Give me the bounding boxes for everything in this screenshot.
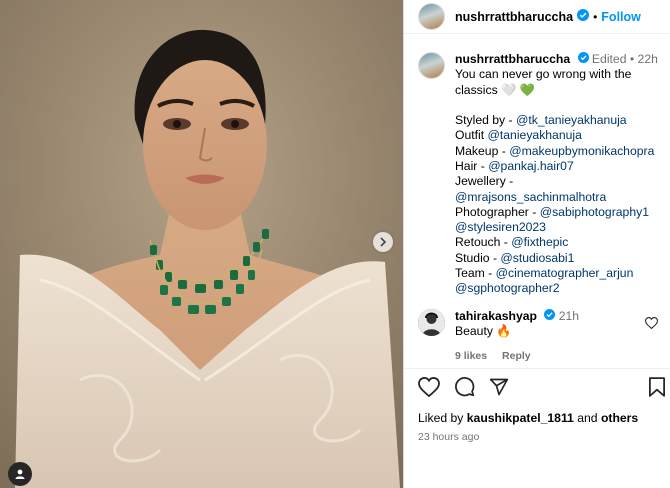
- commenter-avatar[interactable]: [418, 308, 445, 336]
- commenter-username[interactable]: tahirakashyap: [455, 309, 537, 323]
- credit-line: Makeup - @makeupbymonikachopra: [455, 143, 655, 158]
- credit-line: Hair - @pankaj.hair07: [455, 158, 574, 173]
- post-image[interactable]: [0, 0, 403, 488]
- mention-link[interactable]: @sgphotographer2: [455, 281, 560, 295]
- credit-line: Jewellery - @mrajsons_sachinmalhotra: [455, 174, 607, 204]
- mention-link[interactable]: @studiosabi1: [500, 251, 574, 265]
- credit-line: Styled by - @tk_tanieyakhanuja: [455, 113, 627, 128]
- mention-link[interactable]: @stylesiren2023: [455, 220, 546, 234]
- portrait-photo: [0, 0, 403, 488]
- liked-by-user-link[interactable]: kaushikpatel_1811: [467, 411, 574, 425]
- credit-line: Retouch - @fixthepic: [455, 235, 569, 250]
- comment-icon[interactable]: [454, 376, 475, 402]
- reply-button[interactable]: Reply: [502, 350, 531, 362]
- caption-line: classics 🤍 💚: [455, 82, 535, 97]
- caption-line: You can never go wrong with the: [455, 67, 632, 82]
- post-header: nushrrattbharuccha • Follow: [404, 0, 670, 34]
- separator-dot: •: [629, 52, 635, 66]
- follow-button[interactable]: Follow: [601, 10, 641, 24]
- mention-link[interactable]: @tanieyakhanuja: [488, 128, 582, 142]
- mention-link[interactable]: @fixthepic: [511, 235, 568, 249]
- caption-username[interactable]: nushrrattbharuccha: [455, 52, 570, 66]
- post-details-panel: nushrrattbharuccha • Follow nushrrattbha…: [403, 0, 670, 488]
- mention-link[interactable]: @sabiphotography1: [540, 205, 649, 219]
- comment-age: 21h: [558, 308, 580, 323]
- mention-link[interactable]: @mrajsons_sachinmalhotra: [455, 190, 606, 204]
- author-username[interactable]: nushrrattbharuccha: [455, 10, 573, 24]
- next-image-button[interactable]: [373, 232, 393, 252]
- credit-line: Team - @cinematographer_arjun: [455, 265, 634, 280]
- mention-link[interactable]: @tk_tanieyakhanuja: [516, 113, 627, 127]
- credit-line: Photographer - @sabiphotography1: [455, 204, 649, 219]
- caption-age: 22h: [637, 52, 658, 66]
- mention-link[interactable]: @pankaj.hair07: [488, 159, 574, 173]
- caption-body: nushrrattbharuccha Edited • 22h You can …: [455, 52, 660, 297]
- bookmark-icon[interactable]: [649, 377, 665, 402]
- user-tags-button[interactable]: [8, 462, 32, 486]
- mention-link[interactable]: @cinematographer_arjun: [496, 266, 634, 280]
- comment-like-heart-icon[interactable]: [644, 316, 659, 334]
- heart-icon[interactable]: [418, 376, 440, 402]
- mention-link[interactable]: @makeupbymonikachopra: [509, 144, 654, 158]
- author-avatar[interactable]: [418, 3, 445, 30]
- credit-line: @stylesiren2023: [455, 220, 660, 235]
- others-link[interactable]: others: [601, 411, 638, 425]
- separator-dot: •: [593, 9, 598, 24]
- likes-summary: Liked by kaushikpatel_1811 and others: [418, 411, 639, 425]
- action-bar: Liked by kaushikpatel_1811 and others 23…: [404, 368, 670, 443]
- caption-avatar[interactable]: [418, 52, 445, 79]
- edited-label: Edited: [591, 52, 627, 66]
- credit-line: Studio - @studiosabi1: [455, 250, 575, 265]
- verified-badge-icon: [544, 308, 556, 324]
- verified-badge-icon: [577, 8, 590, 26]
- user-tag-icon: [14, 468, 26, 480]
- credit-line: Outfit @tanieyakhanuja: [455, 128, 582, 143]
- credit-line: @sgphotographer2: [455, 281, 660, 296]
- post-timestamp[interactable]: 23 hours ago: [404, 425, 670, 443]
- comment-item: tahirakashyap 21h Beauty 🔥 9 likes Reply: [404, 301, 670, 364]
- share-icon[interactable]: [489, 377, 509, 402]
- comment-text: Beauty 🔥: [455, 323, 512, 338]
- chevron-right-icon: [378, 237, 388, 247]
- comment-likes[interactable]: 9 likes: [455, 350, 487, 362]
- verified-badge-icon: [577, 52, 589, 67]
- comment-body: tahirakashyap 21h Beauty 🔥 9 likes Reply: [455, 309, 660, 364]
- caption: nushrrattbharuccha Edited • 22h You can …: [404, 34, 670, 297]
